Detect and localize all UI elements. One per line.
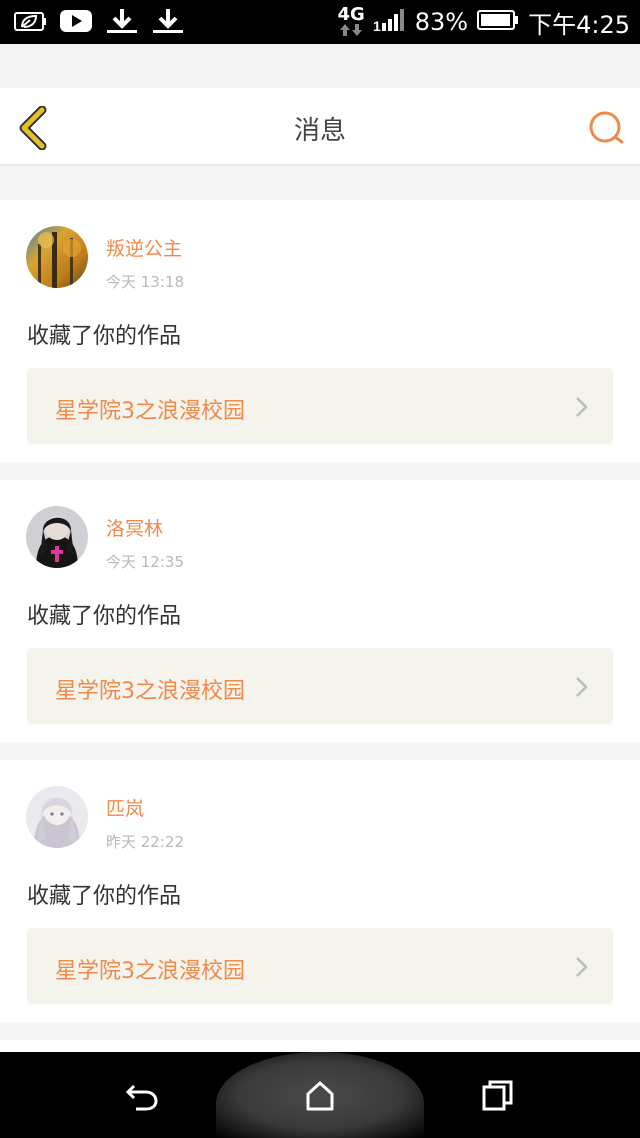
message-card: 匹岚 昨天 22:22 收藏了你的作品 星学院3之浪漫校园 <box>0 760 640 1022</box>
action-text: 收藏了你的作品 <box>27 884 182 909</box>
clock: 下午4:25 <box>528 10 630 39</box>
action-text: 收藏了你的作品 <box>27 324 182 349</box>
avatar[interactable] <box>26 506 88 568</box>
nav-home-button[interactable] <box>302 1078 338 1114</box>
search-button[interactable] <box>586 108 626 148</box>
top-spacer <box>0 44 640 88</box>
leaf-battery-icon <box>12 6 48 36</box>
youtube-icon <box>58 6 94 36</box>
signal-icon: 1 <box>373 7 407 37</box>
system-nav-bar <box>0 1052 640 1138</box>
data-transfer-icon <box>340 24 363 36</box>
page-title: 消息 <box>293 116 346 146</box>
message-card: 洛冥林 今天 12:35 收藏了你的作品 星学院3之浪漫校园 <box>0 480 640 742</box>
nav-recents-button[interactable] <box>480 1078 516 1114</box>
username[interactable]: 洛冥林 <box>106 514 163 541</box>
chevron-right-icon <box>576 957 588 977</box>
avatar[interactable] <box>26 226 88 288</box>
timestamp: 今天 13:18 <box>106 273 184 291</box>
status-bar: 4G 1 83% 下午4:25 <box>0 0 640 44</box>
work-title: 星学院3之浪漫校园 <box>55 679 245 704</box>
home-icon <box>306 1081 334 1111</box>
action-text: 收藏了你的作品 <box>27 604 182 629</box>
back-arrow-icon <box>125 1084 158 1111</box>
network-type: 4G <box>337 4 365 25</box>
work-link[interactable]: 星学院3之浪漫校园 <box>27 648 613 724</box>
recents-icon <box>482 1080 513 1111</box>
timestamp: 今天 12:35 <box>106 553 184 571</box>
app-header: 消息 <box>0 88 640 166</box>
message-card-partial <box>0 1040 640 1052</box>
chevron-right-icon <box>576 397 588 417</box>
svg-text:1: 1 <box>373 18 381 33</box>
battery-percent: 83% <box>414 8 469 36</box>
message-card: 叛逆公主 今天 13:18 收藏了你的作品 星学院3之浪漫校园 <box>0 200 640 462</box>
nav-back-button[interactable] <box>124 1078 160 1114</box>
work-link[interactable]: 星学院3之浪漫校园 <box>27 928 613 1004</box>
timestamp: 昨天 22:22 <box>106 833 184 851</box>
download-icon <box>150 6 186 36</box>
search-icon <box>589 111 624 144</box>
chevron-right-icon <box>576 677 588 697</box>
avatar[interactable] <box>26 786 88 848</box>
username[interactable]: 叛逆公主 <box>106 234 182 261</box>
username[interactable]: 匹岚 <box>106 794 144 821</box>
battery-icon <box>476 8 520 36</box>
work-link[interactable]: 星学院3之浪漫校园 <box>27 368 613 444</box>
work-title: 星学院3之浪漫校园 <box>55 959 245 984</box>
work-title: 星学院3之浪漫校园 <box>55 399 245 424</box>
network-indicator: 4G <box>337 4 365 37</box>
download-icon <box>104 6 140 36</box>
